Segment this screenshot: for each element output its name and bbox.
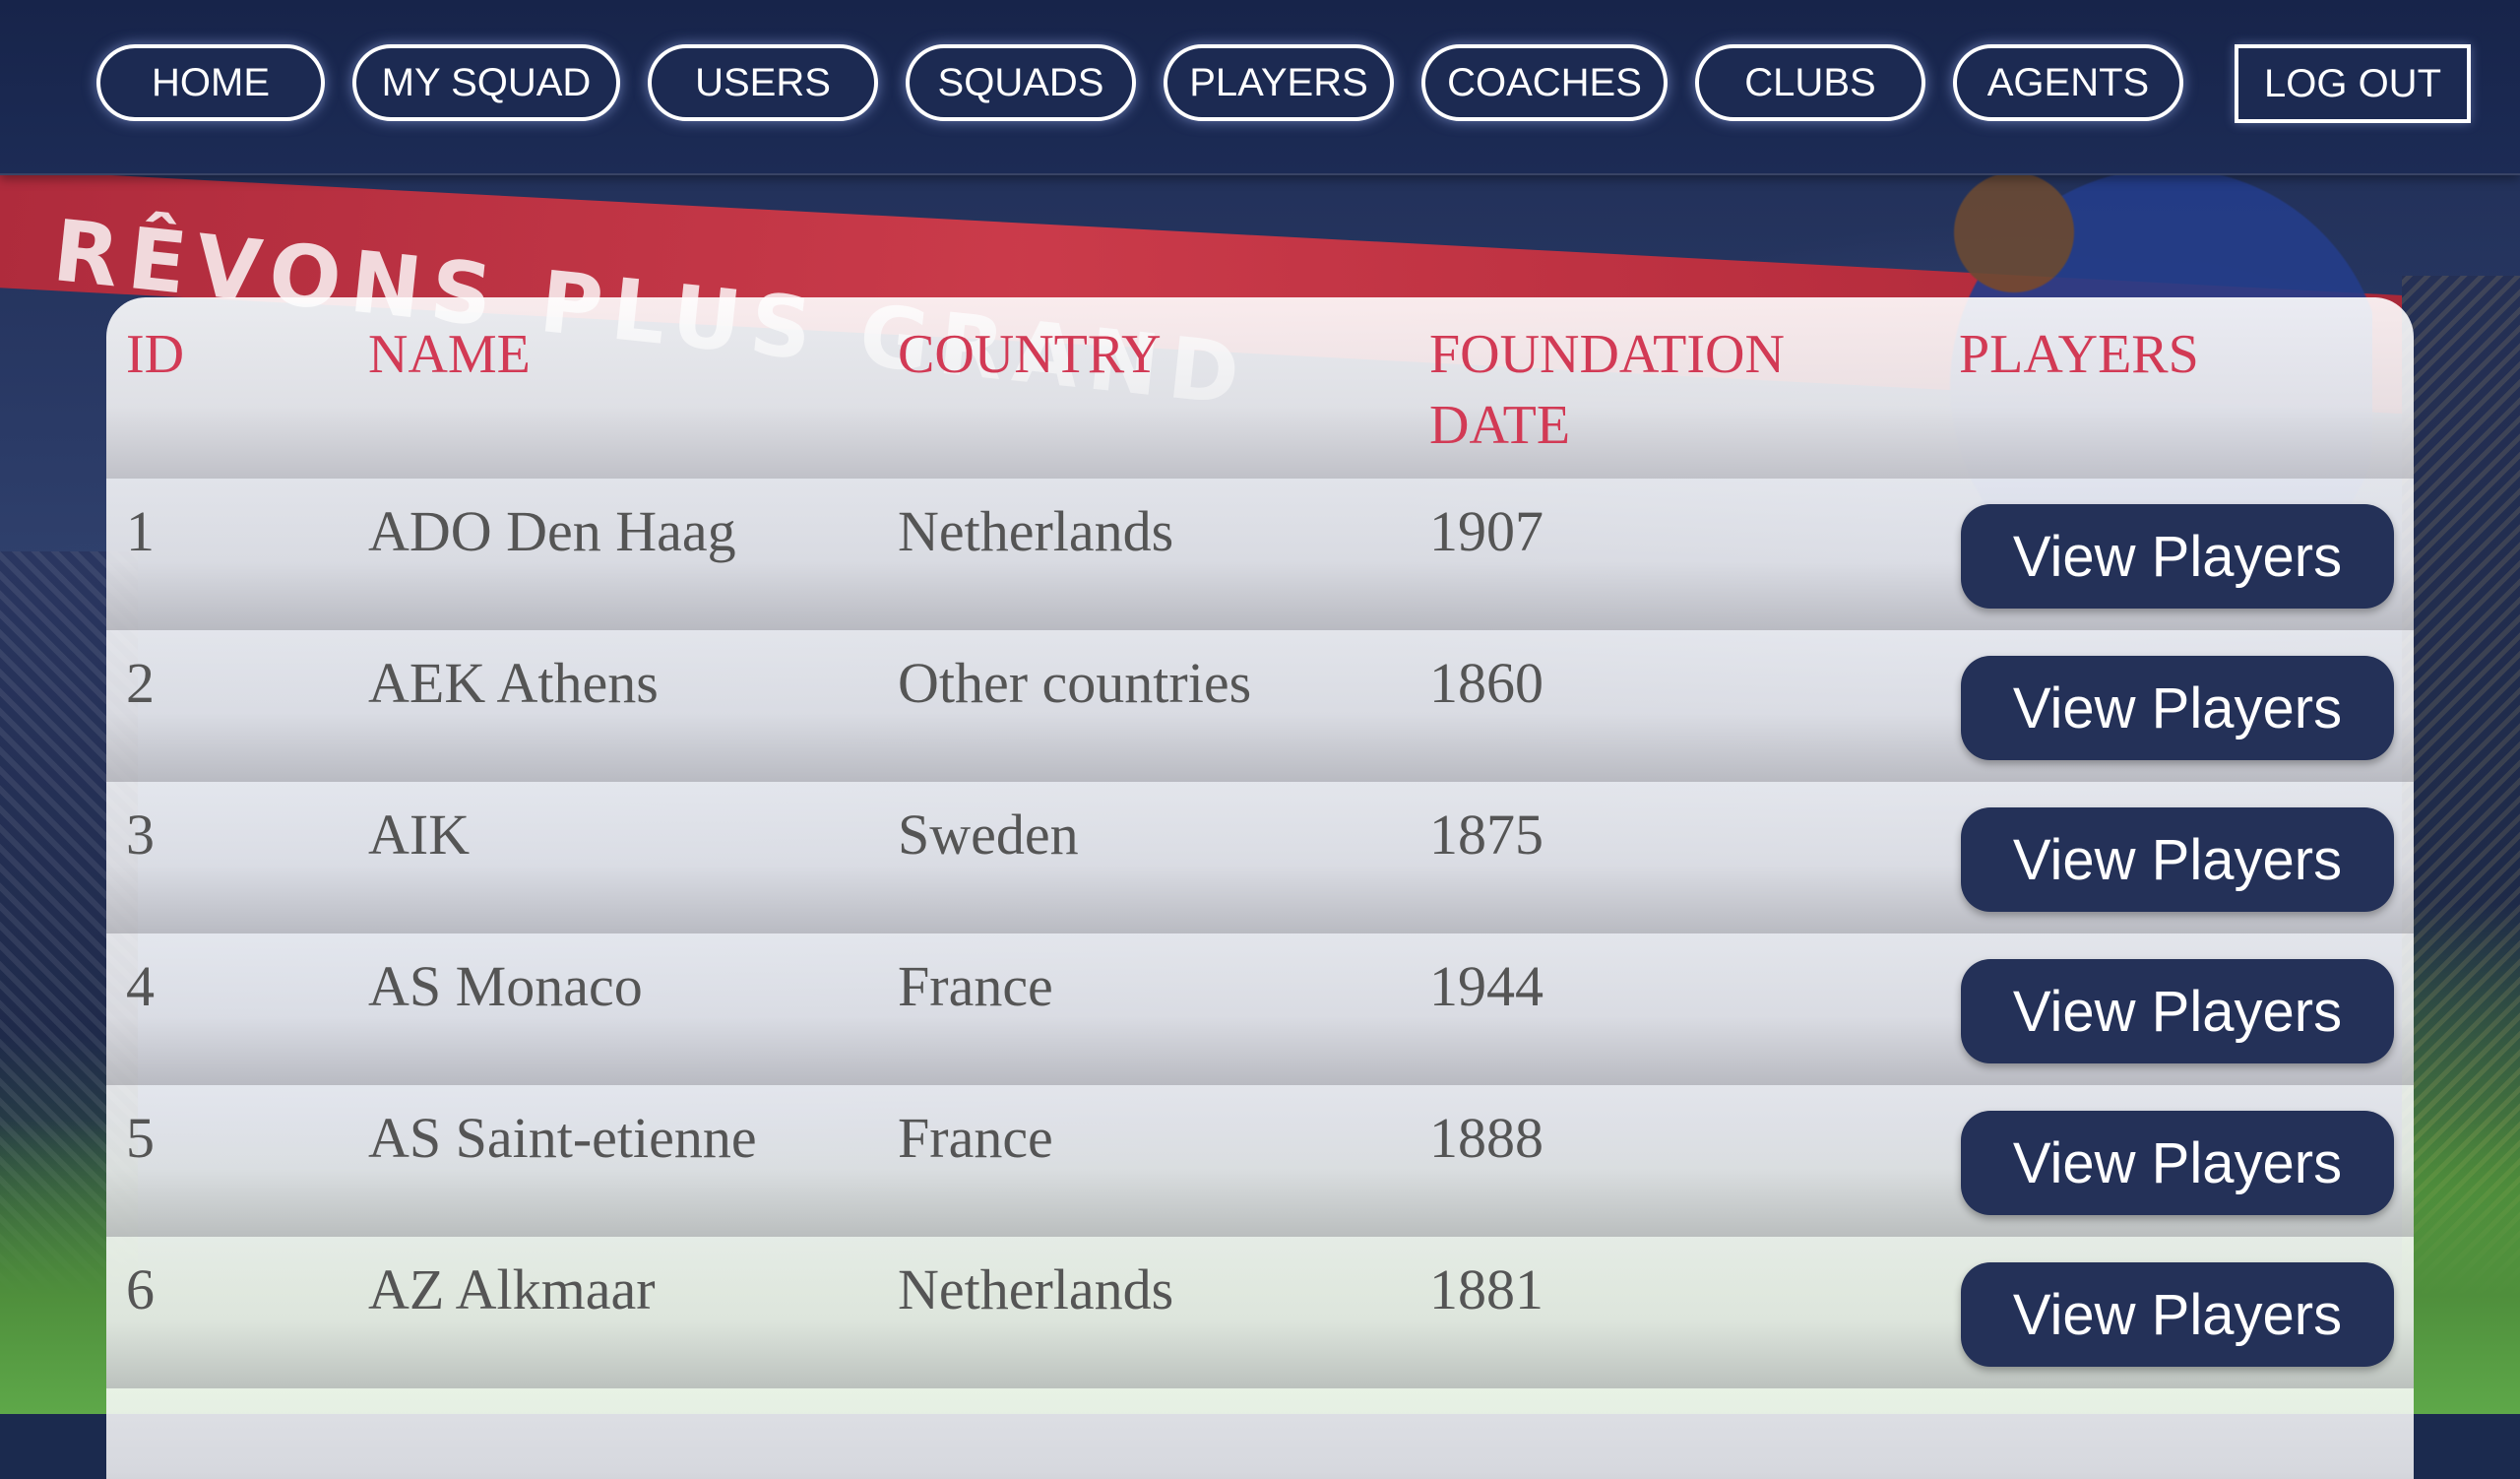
nav-coaches-button[interactable]: COACHES — [1421, 44, 1668, 121]
table-header-row: ID NAME COUNTRY FOUNDATION DATE PLAYERS — [106, 297, 2414, 479]
nav-home-button[interactable]: HOME — [96, 44, 325, 121]
column-header-id: ID — [126, 324, 185, 385]
cell-foundation-date: 1944 — [1429, 954, 1544, 1018]
nav-users-button[interactable]: USERS — [648, 44, 878, 121]
cell-id: 4 — [126, 954, 155, 1018]
cell-foundation-date: 1875 — [1429, 803, 1544, 867]
nav-players-button[interactable]: PLAYERS — [1164, 44, 1394, 121]
table-row: 1 ADO Den Haag Netherlands 1907 View Pla… — [106, 479, 2414, 630]
cell-id: 6 — [126, 1257, 155, 1321]
table-row-partial — [106, 1388, 2414, 1479]
view-players-button[interactable]: View Players — [1961, 1262, 2394, 1367]
cell-country: France — [898, 954, 1053, 1018]
cell-name: ADO Den Haag — [368, 499, 736, 563]
cell-name: AS Monaco — [368, 954, 643, 1018]
cell-foundation-date: 1860 — [1429, 651, 1544, 715]
cell-country: Netherlands — [898, 499, 1174, 563]
table-row: 5 AS Saint-etienne France 1888 View Play… — [106, 1085, 2414, 1237]
cell-foundation-date: 1881 — [1429, 1257, 1544, 1321]
cell-foundation-date: 1888 — [1429, 1106, 1544, 1170]
cell-name: AIK — [368, 803, 471, 867]
table-row: 2 AEK Athens Other countries 1860 View P… — [106, 630, 2414, 782]
column-header-name: NAME — [368, 324, 531, 385]
cell-id: 3 — [126, 803, 155, 867]
nav-my-squad-button[interactable]: MY SQUAD — [352, 44, 620, 121]
cell-country: Sweden — [898, 803, 1079, 867]
view-players-button[interactable]: View Players — [1961, 1111, 2394, 1215]
cell-country: France — [898, 1106, 1053, 1170]
cell-country: Netherlands — [898, 1257, 1174, 1321]
nav-agents-button[interactable]: AGENTS — [1953, 44, 2183, 121]
view-players-button[interactable]: View Players — [1961, 807, 2394, 912]
column-header-players: PLAYERS — [1959, 324, 2199, 385]
cell-id: 5 — [126, 1106, 155, 1170]
top-navbar: HOME MY SQUAD USERS SQUADS PLAYERS COACH… — [0, 0, 2520, 175]
cell-id: 1 — [126, 499, 155, 563]
table-row: 6 AZ Alkmaar Netherlands 1881 View Playe… — [106, 1237, 2414, 1388]
logout-button[interactable]: LOG OUT — [2235, 44, 2471, 123]
view-players-button[interactable]: View Players — [1961, 959, 2394, 1063]
table-row: 4 AS Monaco France 1944 View Players — [106, 933, 2414, 1085]
cell-name: AEK Athens — [368, 651, 659, 715]
view-players-button[interactable]: View Players — [1961, 656, 2394, 760]
column-header-country: COUNTRY — [898, 324, 1162, 385]
clubs-table: ID NAME COUNTRY FOUNDATION DATE PLAYERS … — [106, 297, 2414, 1479]
nav-clubs-button[interactable]: CLUBS — [1695, 44, 1925, 121]
table-row: 3 AIK Sweden 1875 View Players — [106, 782, 2414, 933]
cell-id: 2 — [126, 651, 155, 715]
view-players-button[interactable]: View Players — [1961, 504, 2394, 609]
cell-name: AS Saint-etienne — [368, 1106, 757, 1170]
column-header-foundation-date: FOUNDATION DATE — [1429, 324, 1785, 456]
cell-country: Other countries — [898, 651, 1252, 715]
nav-squads-button[interactable]: SQUADS — [906, 44, 1136, 121]
cell-foundation-date: 1907 — [1429, 499, 1544, 563]
cell-name: AZ Alkmaar — [368, 1257, 656, 1321]
